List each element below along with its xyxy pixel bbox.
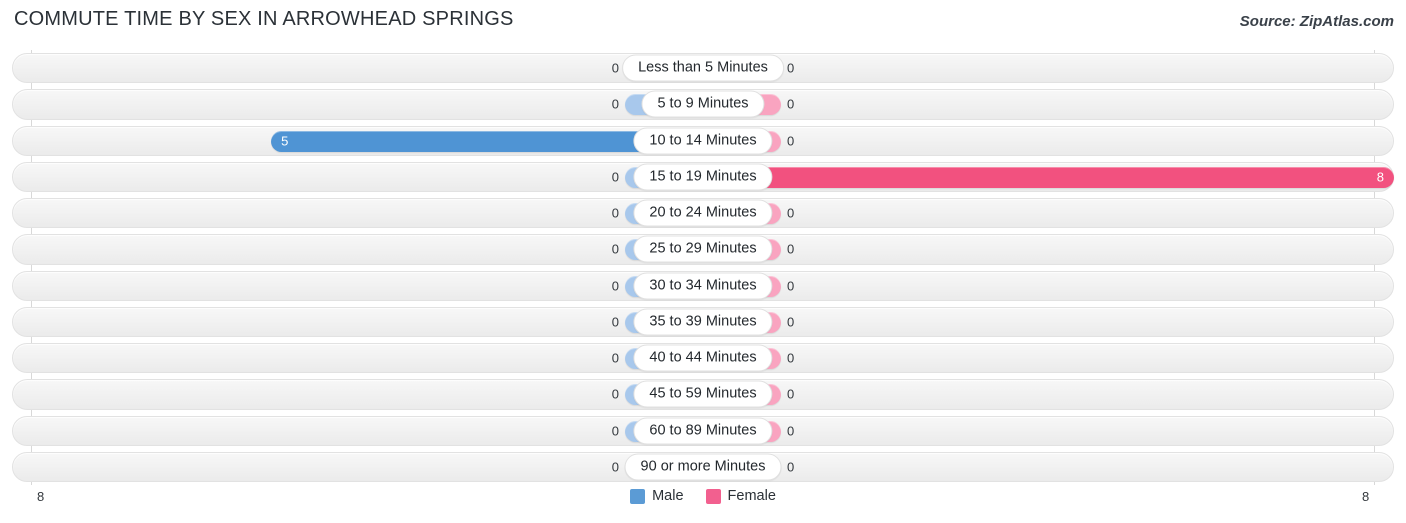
chart-row: 0 0 5 to 9 Minutes bbox=[0, 86, 1406, 122]
category-label: Less than 5 Minutes bbox=[622, 54, 784, 82]
diverging-bar-plot: 0 0 Less than 5 Minutes 0 0 5 to 9 Minutes 5 0 1… bbox=[0, 50, 1406, 485]
category-label: 5 to 9 Minutes bbox=[641, 90, 765, 118]
legend-item-male[interactable]: Male bbox=[630, 488, 684, 504]
bar-value-male: 0 bbox=[611, 169, 619, 185]
bar-value-male: 0 bbox=[611, 96, 619, 112]
legend-item-female[interactable]: Female bbox=[705, 488, 776, 504]
chart-row: 0 0 90 or more Minutes bbox=[0, 449, 1406, 485]
bar-value-male: 0 bbox=[611, 278, 619, 294]
chart-row: 0 0 40 to 44 Minutes bbox=[0, 340, 1406, 376]
category-label: 15 to 19 Minutes bbox=[633, 163, 773, 191]
bar-value-female: 0 bbox=[787, 423, 795, 439]
bar-value-male: 0 bbox=[611, 314, 619, 330]
bar-value-male: 0 bbox=[611, 423, 619, 439]
category-label: 10 to 14 Minutes bbox=[633, 127, 773, 155]
category-label: 45 to 59 Minutes bbox=[633, 380, 773, 408]
category-label: 40 to 44 Minutes bbox=[633, 344, 773, 372]
legend-swatch-male-icon bbox=[630, 488, 646, 504]
category-label: 25 to 29 Minutes bbox=[633, 235, 773, 263]
chart-row: 0 0 60 to 89 Minutes bbox=[0, 413, 1406, 449]
bar-value-male: 0 bbox=[611, 205, 619, 221]
category-label: 20 to 24 Minutes bbox=[633, 199, 773, 227]
chart-page: COMMUTE TIME BY SEX IN ARROWHEAD SPRINGS… bbox=[0, 0, 1406, 523]
chart-row: 5 0 10 to 14 Minutes bbox=[0, 123, 1406, 159]
legend-label-female: Female bbox=[727, 488, 776, 504]
bar-value-female: 0 bbox=[787, 350, 795, 366]
category-label: 35 to 39 Minutes bbox=[633, 308, 773, 336]
legend-label-male: Male bbox=[652, 488, 684, 504]
chart-row: 0 0 45 to 59 Minutes bbox=[0, 376, 1406, 412]
chart-row: 0 0 30 to 34 Minutes bbox=[0, 268, 1406, 304]
bar-value-male: 0 bbox=[611, 350, 619, 366]
bar-value-female: 0 bbox=[787, 241, 795, 257]
bar-value-female: 0 bbox=[787, 96, 795, 112]
bar-value-female: 0 bbox=[787, 386, 795, 402]
chart-row: 0 0 35 to 39 Minutes bbox=[0, 304, 1406, 340]
bar-value-female: 8 bbox=[1376, 169, 1384, 185]
bar-value-male: 0 bbox=[611, 459, 619, 475]
source-attribution: Source: ZipAtlas.com bbox=[1239, 13, 1394, 30]
bar-value-male: 0 bbox=[611, 386, 619, 402]
bar-value-female: 0 bbox=[787, 133, 795, 149]
chart-row: 0 0 20 to 24 Minutes bbox=[0, 195, 1406, 231]
category-label: 60 to 89 Minutes bbox=[633, 417, 773, 445]
bar-female[interactable]: 8 bbox=[703, 166, 1394, 188]
bar-value-female: 0 bbox=[787, 459, 795, 475]
bar-value-female: 0 bbox=[787, 205, 795, 221]
bar-value-male: 0 bbox=[611, 241, 619, 257]
chart-row: 0 8 15 to 19 Minutes bbox=[0, 159, 1406, 195]
legend: Male Female bbox=[0, 488, 1406, 504]
legend-swatch-female-icon bbox=[705, 488, 721, 504]
bar-value-male: 0 bbox=[611, 60, 619, 76]
page-title: COMMUTE TIME BY SEX IN ARROWHEAD SPRINGS bbox=[14, 8, 514, 30]
bar-value-female: 0 bbox=[787, 314, 795, 330]
chart-row: 0 0 25 to 29 Minutes bbox=[0, 231, 1406, 267]
category-label: 90 or more Minutes bbox=[624, 453, 782, 481]
bar-value-female: 0 bbox=[787, 60, 795, 76]
category-label: 30 to 34 Minutes bbox=[633, 272, 773, 300]
chart-row: 0 0 Less than 5 Minutes bbox=[0, 50, 1406, 86]
bar-value-male: 5 bbox=[281, 133, 289, 149]
bar-value-female: 0 bbox=[787, 278, 795, 294]
